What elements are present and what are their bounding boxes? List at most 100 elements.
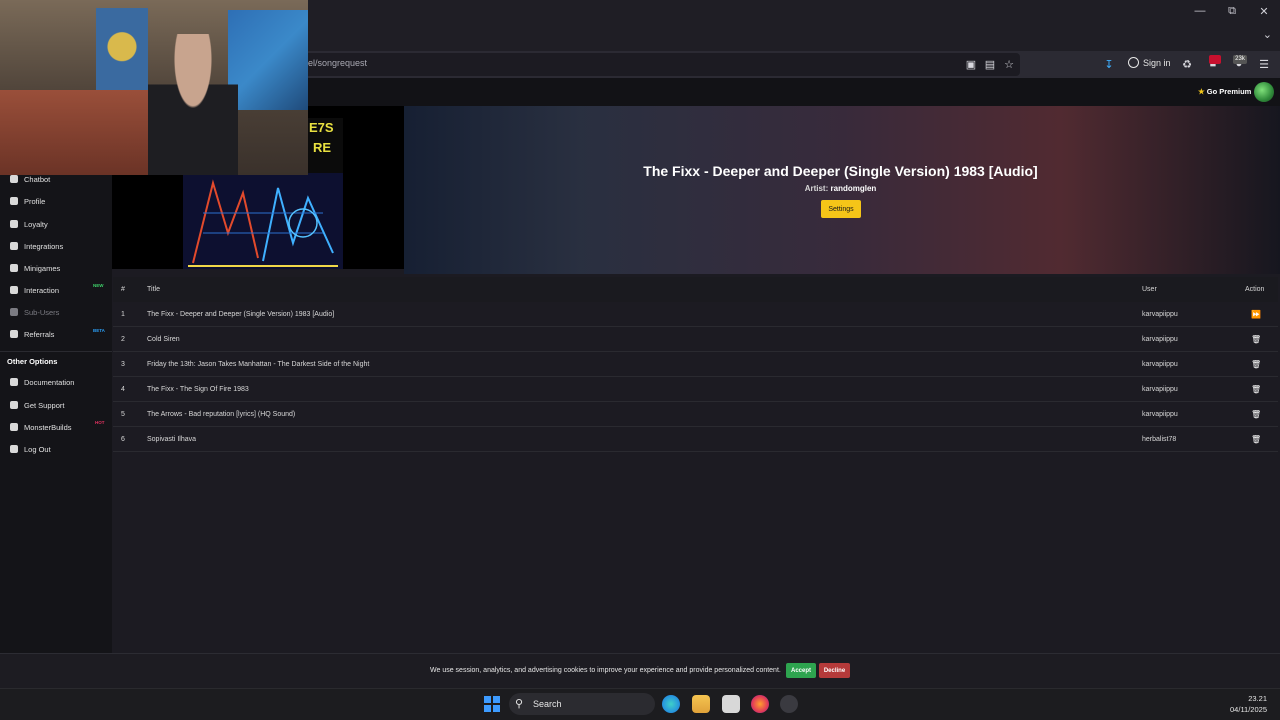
sidebar-item-label: MonsterBuilds — [24, 422, 72, 432]
support-icon — [10, 401, 18, 409]
subusers-icon — [10, 308, 18, 316]
restore-icon[interactable]: ⧉ — [1216, 0, 1248, 22]
firefox-icon[interactable] — [751, 695, 769, 713]
other-options-heading: Other Options — [7, 357, 58, 366]
row-num: 1 — [121, 311, 125, 318]
sidebar-item-label: Loyalty — [24, 219, 48, 229]
clock-date: 04/11/2025 — [1230, 705, 1267, 714]
minimize-icon[interactable]: — — [1184, 0, 1216, 22]
new-badge: NEW — [93, 283, 104, 288]
sidebar-item-referrals[interactable]: Referrals BETA — [0, 325, 112, 343]
sign-in-button[interactable]: Sign in — [1128, 57, 1171, 68]
sidebar-item-label: Referrals — [24, 329, 55, 339]
sidebar-item-log-out[interactable]: Log Out — [0, 440, 112, 458]
trash-icon[interactable]: 🗑 — [1251, 410, 1261, 419]
taskbar-clock[interactable]: 23.21 04/11/2025 — [1230, 693, 1267, 715]
table-row: 1 The Fixx - Deeper and Deeper (Single V… — [113, 302, 1278, 327]
picture-in-picture-icon[interactable]: ▣ — [964, 57, 978, 71]
album-art — [183, 173, 343, 269]
skip-icon[interactable]: ⏩ — [1251, 310, 1261, 319]
row-user: herbalist78 — [1142, 436, 1177, 443]
row-user: karvapiippu — [1142, 336, 1178, 343]
sidebar-item-monsterbuilds[interactable]: MonsterBuilds HOT — [0, 418, 112, 436]
sidebar-item-profile[interactable]: Profile — [0, 192, 112, 210]
go-premium-label: Go Premium — [1206, 87, 1252, 96]
avatar[interactable] — [1254, 82, 1274, 102]
logout-icon — [10, 445, 18, 453]
table-row: 4 The Fixx - The Sign Of Fire 1983 karva… — [113, 377, 1278, 402]
trash-icon[interactable]: 🗑 — [1251, 385, 1261, 394]
windows-start-icon[interactable] — [484, 696, 500, 712]
row-title: The Arrows - Bad reputation [lyrics] (HQ… — [147, 411, 296, 418]
hot-badge: HOT — [95, 420, 105, 425]
download-icon[interactable]: ↧ — [1102, 57, 1116, 71]
sidebar-item-label: Get Support — [24, 400, 65, 410]
sidebar-item-loyalty[interactable]: Loyalty — [0, 215, 112, 233]
taskbar-search-label: Search — [533, 699, 562, 709]
table-row: 3 Friday the 13th: Jason Takes Manhattan… — [113, 352, 1278, 377]
taskbar-search-box[interactable] — [509, 693, 655, 715]
edge-icon[interactable] — [662, 695, 680, 713]
trash-icon[interactable]: 🗑 — [1251, 435, 1261, 444]
referrals-icon — [10, 330, 18, 338]
table-row: 5 The Arrows - Bad reputation [lyrics] (… — [113, 402, 1278, 427]
now-playing-artist: Artist: randomglen — [404, 184, 1277, 193]
reader-view-icon[interactable]: ▤ — [983, 57, 997, 71]
column-header-num: # — [121, 286, 125, 293]
trophy-icon — [10, 220, 18, 228]
steam-icon[interactable] — [780, 695, 798, 713]
row-title: Sopivasti Ilhava — [147, 436, 197, 443]
document-icon — [10, 378, 18, 386]
profile-icon — [10, 197, 18, 205]
microsoft-store-icon[interactable] — [722, 695, 740, 713]
row-num: 5 — [121, 411, 125, 418]
sidebar-item-label: Documentation — [24, 377, 75, 387]
sidebar-item-integrations[interactable]: Integrations — [0, 237, 112, 255]
account-icon — [1128, 57, 1139, 68]
now-playing-title: The Fixx - Deeper and Deeper (Single Ver… — [643, 163, 1038, 179]
bell-icon — [10, 286, 18, 294]
sidebar-item-documentation[interactable]: Documentation — [0, 373, 112, 391]
sidebar-item-label: Chatbot — [24, 174, 51, 184]
trash-icon[interactable]: 🗑 — [1251, 360, 1261, 369]
row-title: The Fixx - Deeper and Deeper (Single Ver… — [147, 311, 335, 318]
sidebar-item-minigames[interactable]: Minigames — [0, 259, 112, 277]
extensions-icon[interactable]: ♻ — [1180, 57, 1194, 71]
sidebar-item-sub-users[interactable]: Sub-Users — [0, 303, 112, 321]
sidebar-item-interaction[interactable]: Interaction NEW — [0, 281, 112, 299]
file-explorer-icon[interactable] — [692, 695, 710, 713]
artist-label: Artist: — [804, 184, 829, 193]
table-header: # Title User Action — [113, 277, 1278, 302]
row-title: Friday the 13th: Jason Takes Manhattan -… — [147, 361, 370, 368]
webcam-overlay — [0, 0, 308, 175]
decline-cookies-button[interactable]: Decline — [819, 663, 850, 678]
column-header-user: User — [1142, 286, 1157, 293]
clock-time: 23.21 — [1248, 694, 1267, 703]
column-header-action: Action — [1245, 286, 1265, 293]
trash-icon[interactable]: 🗑 — [1251, 335, 1261, 344]
sidebar-item-label: Profile — [24, 196, 46, 206]
row-user: karvapiippu — [1142, 361, 1178, 368]
address-bar[interactable] — [300, 53, 1020, 76]
hamburger-menu-icon[interactable]: ☰ — [1257, 57, 1271, 71]
list-all-tabs-icon[interactable]: ⌄ — [1263, 28, 1272, 41]
integrations-icon — [10, 242, 18, 250]
search-icon: ⚲ — [515, 698, 524, 710]
row-title: The Fixx - The Sign Of Fire 1983 — [147, 386, 249, 393]
row-num: 4 — [121, 386, 125, 393]
computer-icon — [10, 423, 18, 431]
row-title: Cold Siren — [147, 336, 180, 343]
table-row: 6 Sopivasti Ilhava herbalist78 🗑 — [113, 427, 1278, 452]
sidebar-item-label: Interaction — [24, 285, 60, 295]
window-controls: — ⧉ ✕ — [1184, 0, 1280, 22]
sidebar-item-get-support[interactable]: Get Support — [0, 396, 112, 414]
extension-badge — [1209, 55, 1221, 64]
row-user: karvapiippu — [1142, 311, 1178, 318]
chatbot-icon — [10, 175, 18, 183]
close-icon[interactable]: ✕ — [1248, 0, 1280, 22]
beta-badge: BETA — [93, 328, 105, 333]
go-premium-link[interactable]: ★ Go Premium — [1198, 87, 1251, 96]
settings-button[interactable]: Settings — [821, 200, 861, 218]
accept-cookies-button[interactable]: Accept — [786, 663, 816, 678]
bookmark-star-icon[interactable]: ☆ — [1002, 57, 1016, 71]
